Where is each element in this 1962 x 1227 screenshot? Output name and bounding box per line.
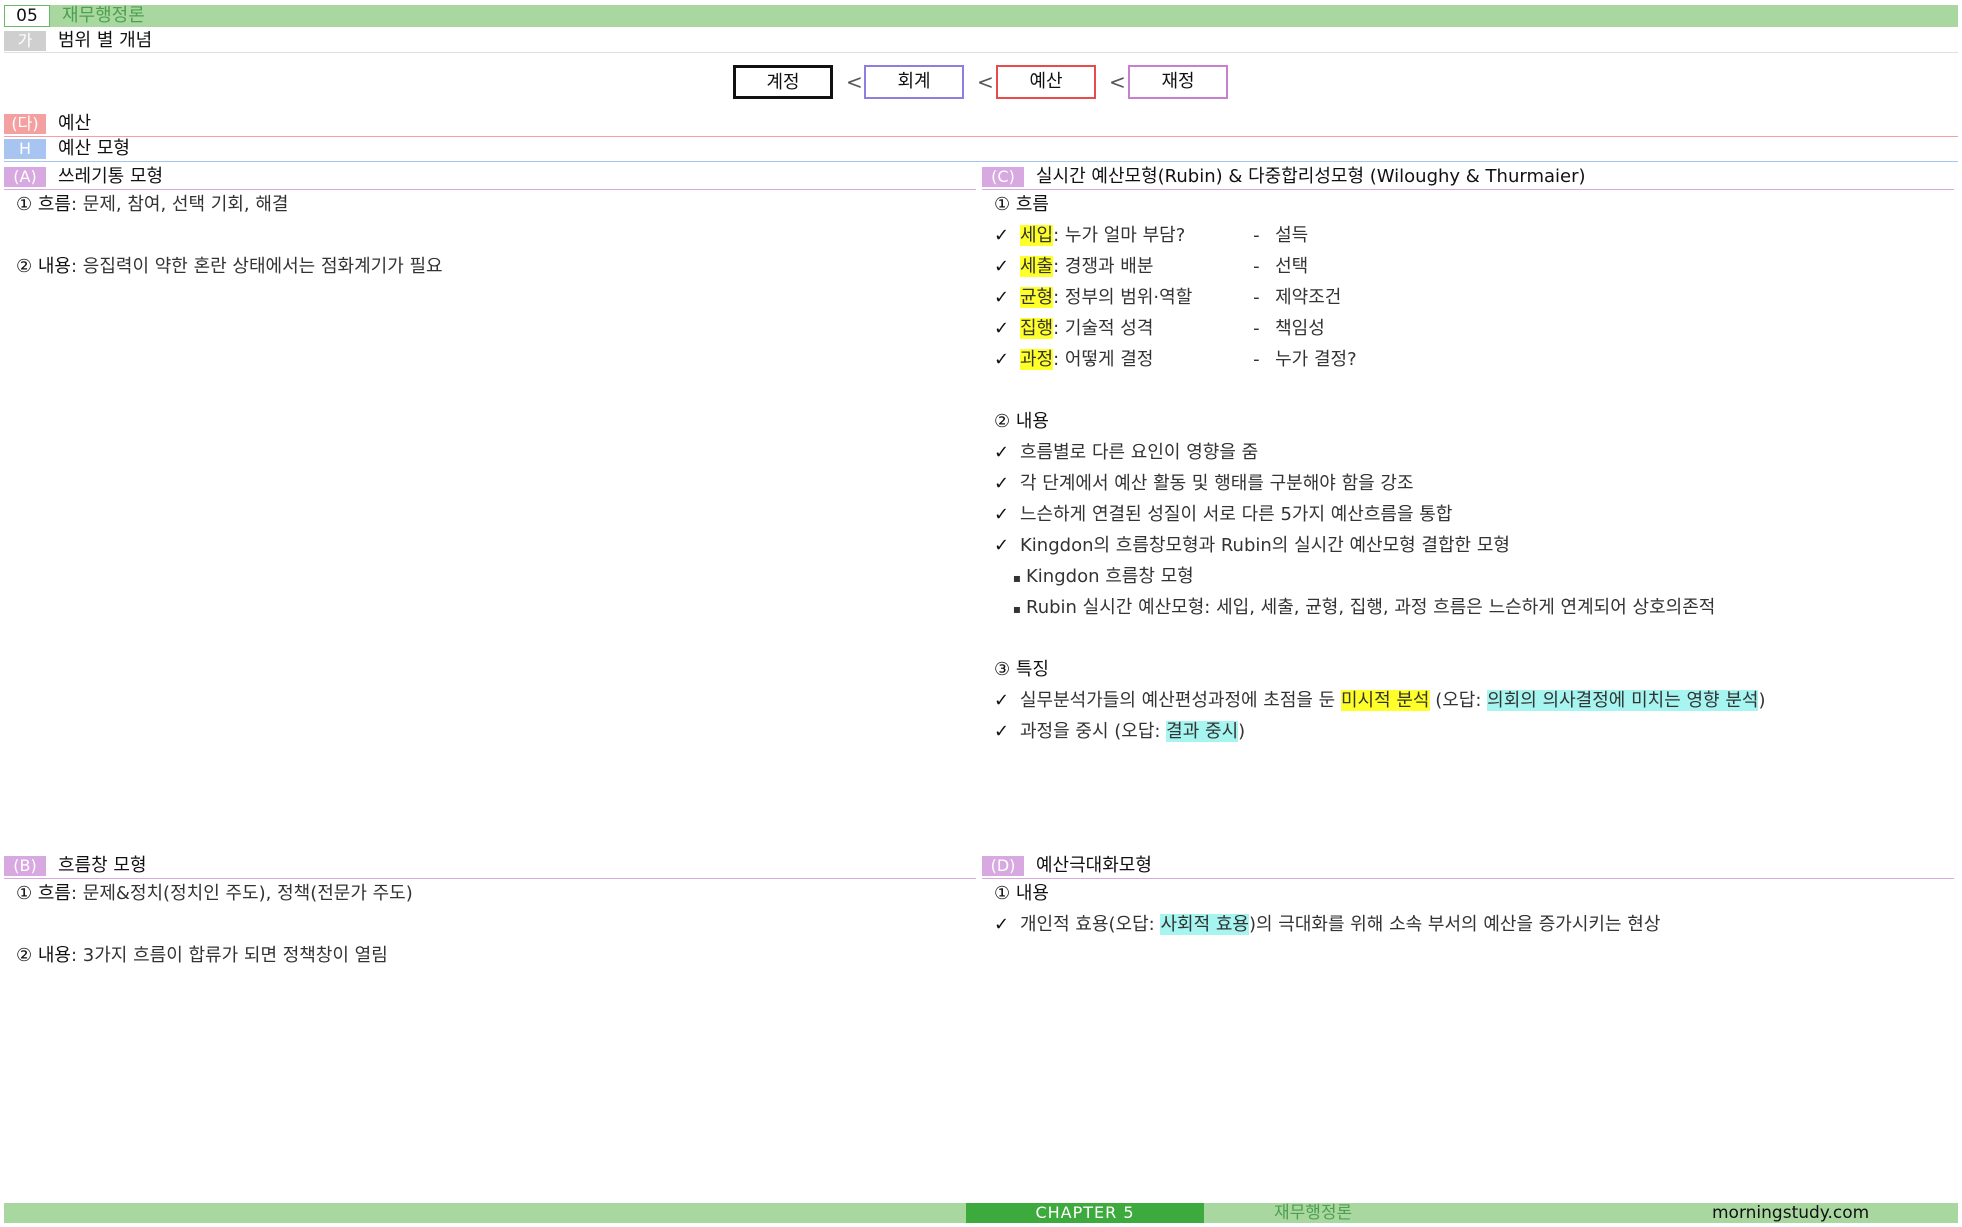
section-rule	[4, 161, 1958, 162]
section-tag: (다)	[4, 114, 46, 134]
panel-d-header: (D) 예산극대화모형	[982, 855, 1954, 879]
chain-separator: <	[846, 70, 863, 94]
content-heading: ② 내용	[994, 411, 1049, 432]
list-item: ② 내용: 응집력이 약한 혼란 상태에서는 점화계기가 필요	[16, 256, 443, 277]
panel-title: 흐름창 모형	[58, 855, 147, 876]
section-budget-models: H 예산 모형	[4, 138, 1958, 162]
flow-item: ✓ 균형: 정부의 범위·역할 - 제약조건	[994, 287, 1342, 308]
content-heading: ① 내용	[994, 883, 1049, 904]
panel-d-body: ① 내용 ✓ 개인적 효용(오답: 사회적 효용)의 극대화를 위해 소속 부서의…	[994, 878, 1660, 940]
content-item: ✓ Kingdon의 흐름창모형과 Rubin의 실시간 예산모형 결합한 모형	[994, 535, 1510, 556]
chain-box-account: 계정	[733, 65, 833, 99]
chapter-title: 재무행정론	[62, 5, 145, 26]
subsection-header: 가 범위 별 개념	[4, 30, 1958, 53]
panel-tag: (A)	[4, 167, 46, 187]
bullet-item: ▪ Rubin 실시간 예산모형: 세입, 세출, 균형, 집행, 과정 흐름은 …	[1012, 597, 1716, 618]
flow-heading: ① 흐름	[994, 194, 1049, 215]
panel-c-body: ① 흐름 ✓ 세입: 누가 얼마 부담? - 설득 ✓ 세출: 경쟁과 배분 - 선택 ✓ 균…	[994, 189, 1765, 747]
list-item: ① 흐름: 문제, 참여, 선택 기회, 해결	[16, 194, 289, 215]
flow-item: ✓ 세출: 경쟁과 배분 - 선택	[994, 256, 1309, 277]
section-title: 예산 모형	[58, 138, 130, 159]
footer-title: 재무행정론	[1274, 1203, 1353, 1223]
content-item: ✓ 흐름별로 다른 요인이 영향을 줌	[994, 442, 1259, 463]
section-budget: (다) 예산	[4, 113, 1958, 137]
header-bar	[4, 5, 1958, 27]
chain-separator: <	[977, 70, 994, 94]
panel-b-header: (B) 흐름창 모형	[4, 855, 976, 879]
chain-box-accounting: 회계	[864, 65, 964, 99]
chain-box-budget: 예산	[996, 65, 1096, 99]
list-item: ② 내용: 3가지 흐름이 합류가 되면 정책창이 열림	[16, 945, 388, 966]
subsection-tag: 가	[4, 31, 46, 51]
panel-tag: (C)	[982, 167, 1024, 187]
chapter-number: 05	[4, 5, 50, 27]
flow-item: ✓ 세입: 누가 얼마 부담? - 설득	[994, 225, 1309, 246]
footer-site: morningstudy.com	[1712, 1203, 1870, 1223]
subsection-title: 범위 별 개념	[58, 30, 153, 51]
bullet-item: ▪ Kingdon 흐름창 모형	[1012, 566, 1194, 587]
section-tag: H	[4, 139, 46, 159]
flow-item: ✓ 집행: 기술적 성격 - 책임성	[994, 318, 1325, 339]
content-item: ✓ 개인적 효용(오답: 사회적 효용)의 극대화를 위해 소속 부서의 예산을 …	[994, 914, 1661, 935]
panel-tag: (D)	[982, 856, 1024, 876]
list-item: ① 흐름: 문제&정치(정치인 주도), 정책(전문가 주도)	[16, 883, 413, 904]
flow-item: ✓ 과정: 어떻게 결정 - 누가 결정?	[994, 349, 1357, 370]
section-title: 예산	[58, 113, 92, 134]
content-item: ✓ 각 단계에서 예산 활동 및 행태를 구분해야 함을 강조	[994, 473, 1414, 494]
feature-item: ✓ 과정을 중시 (오답: 결과 중시)	[994, 721, 1246, 742]
panel-a-body: ① 흐름: 문제, 참여, 선택 기회, 해결 ② 내용: 응집력이 약한 혼란…	[16, 189, 443, 282]
footer-chapter: CHAPTER 5	[966, 1203, 1204, 1223]
content-item: ✓ 느슨하게 연결된 성질이 서로 다른 5가지 예산흐름을 통합	[994, 504, 1453, 525]
section-rule	[4, 136, 1958, 137]
panel-tag: (B)	[4, 856, 46, 876]
panel-a-header: (A) 쓰레기통 모형	[4, 166, 976, 190]
panel-title: 쓰레기통 모형	[58, 166, 164, 187]
feature-item: ✓ 실무분석가들의 예산편성과정에 초점을 둔 미시적 분석 (오답: 의회의 의…	[994, 690, 1766, 711]
panel-b-body: ① 흐름: 문제&정치(정치인 주도), 정책(전문가 주도) ② 내용: 3가…	[16, 878, 413, 971]
panel-title: 실시간 예산모형(Rubin) & 다중합리성모형 (Wiloughy & Th…	[1036, 166, 1586, 187]
feature-heading: ③ 특징	[994, 659, 1049, 680]
panel-c-header: (C) 실시간 예산모형(Rubin) & 다중합리성모형 (Wiloughy …	[982, 166, 1954, 190]
chain-separator: <	[1109, 70, 1126, 94]
panel-title: 예산극대화모형	[1036, 855, 1152, 876]
chain-box-finance: 재정	[1128, 65, 1228, 99]
